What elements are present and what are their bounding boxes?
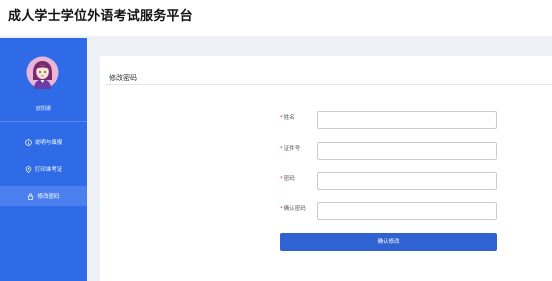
avatar-icon <box>26 56 59 89</box>
sidebar-item-print-ticket[interactable]: 打印准考证 <box>0 159 87 179</box>
info-circle-icon <box>24 138 32 146</box>
site-title: 成人学士学位外语考试服务平台 <box>8 9 193 24</box>
password-label: *密码 <box>280 174 295 182</box>
sidebar-item-label: 说明与填报 <box>34 140 63 146</box>
field-label: 证件号 <box>283 146 301 152</box>
required-mark: * <box>280 176 283 182</box>
name-field[interactable] <box>317 111 497 129</box>
required-mark: * <box>280 146 283 152</box>
page-title: 修改密码 <box>109 74 137 82</box>
id-number-label: *证件号 <box>280 144 300 152</box>
sidebar: 欧阳娜 说明与填报 打印准考证 修改密码 <box>0 38 87 281</box>
required-mark: * <box>280 115 283 121</box>
confirm-password-field[interactable] <box>317 202 497 220</box>
sidebar-item-label: 打印准考证 <box>34 167 63 173</box>
required-mark: * <box>280 206 283 212</box>
lock-icon <box>27 192 34 200</box>
name-label: *姓名 <box>280 113 295 121</box>
main-panel: 修改密码 *姓名 *证件号 *密码 *确认密码 确认修改 <box>100 56 552 281</box>
avatar <box>26 56 59 89</box>
sidebar-item-instructions[interactable]: 说明与填报 <box>0 132 87 152</box>
field-label: 确认密码 <box>283 206 306 212</box>
field-label: 姓名 <box>283 115 295 121</box>
sidebar-item-label: 修改密码 <box>37 194 60 200</box>
sidebar-item-change-password[interactable]: 修改密码 <box>0 186 87 206</box>
sidebar-divider <box>0 121 87 122</box>
confirm-change-button[interactable]: 确认修改 <box>280 233 497 251</box>
user-name: 欧阳娜 <box>35 106 51 112</box>
password-field[interactable] <box>317 172 497 190</box>
confirm-password-label: *确认密码 <box>280 204 306 212</box>
field-label: 密码 <box>283 176 295 182</box>
id-number-field[interactable] <box>317 142 497 160</box>
location-pin-icon <box>25 165 32 173</box>
page: 成人学士学位外语考试服务平台 欧阳娜 说明与填报 打印准考证 修改密码 修改密码… <box>0 0 552 281</box>
title-divider <box>106 84 552 85</box>
